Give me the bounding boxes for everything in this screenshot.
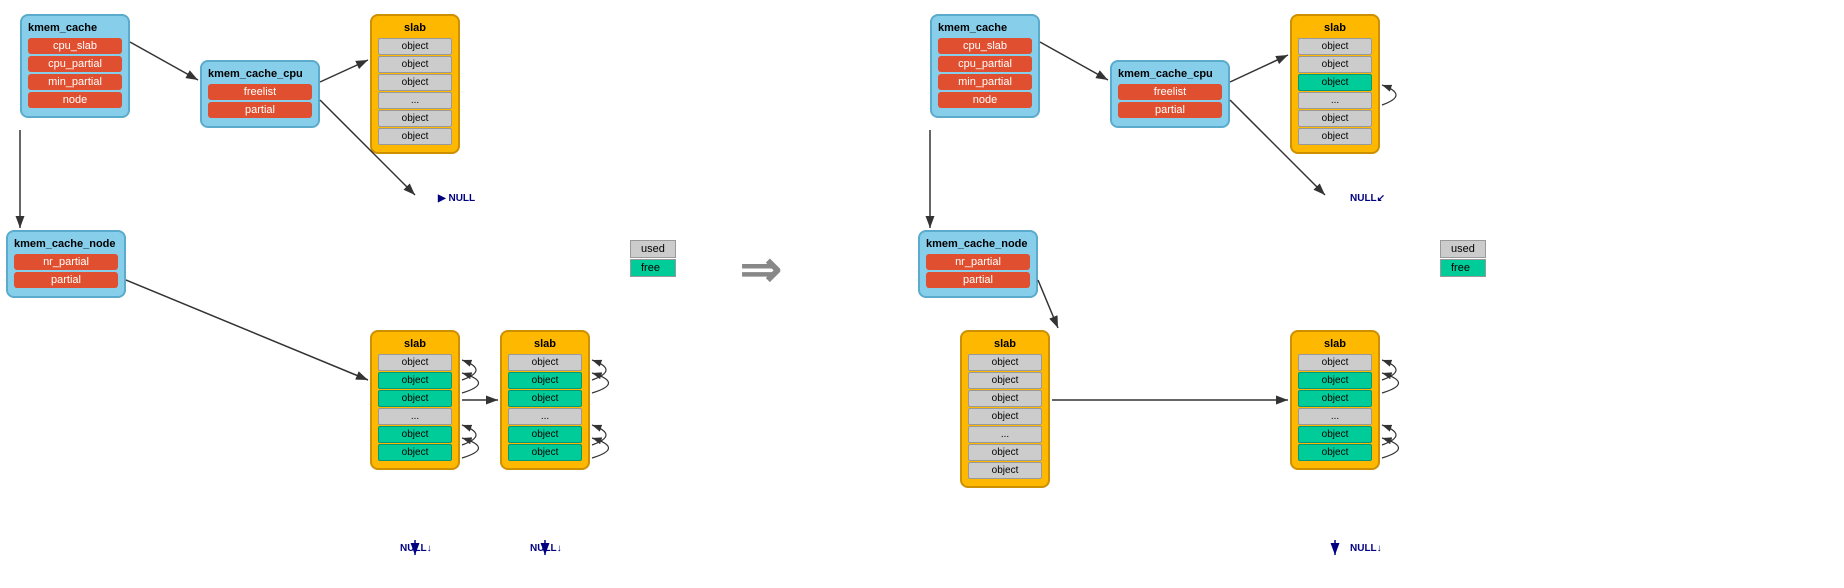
left-kmem-cache-node-field-0: nr_partial bbox=[14, 254, 118, 270]
right-slab-top-obj-4: object bbox=[1298, 110, 1372, 127]
left-slab-top-obj-1: object bbox=[378, 56, 452, 73]
right-slab-top: slab object object object ... object obj… bbox=[1290, 14, 1380, 154]
right-kmem-cache-field-3: node bbox=[938, 92, 1032, 108]
right-slab-left-obj-6: object bbox=[968, 462, 1042, 479]
left-slab-br-obj-5: object bbox=[508, 444, 582, 461]
left-slab-bl-obj-2: object bbox=[378, 390, 452, 407]
right-kmem-cache-cpu-partial: partial bbox=[1118, 102, 1222, 118]
null-label-right-bottom: NULL↓ bbox=[1350, 543, 1382, 554]
legend-used: used bbox=[630, 240, 676, 258]
left-legend: used free bbox=[630, 240, 676, 277]
right-slab-left-obj-1: object bbox=[968, 372, 1042, 389]
right-slab-left-obj-3: object bbox=[968, 408, 1042, 425]
right-kmem-cache: kmem_cache cpu_slab cpu_partial min_part… bbox=[930, 14, 1040, 118]
right-kmem-cache-cpu-freelist: freelist bbox=[1118, 84, 1222, 100]
right-slab-top-obj-0: object bbox=[1298, 38, 1372, 55]
null-label-bottom-left: NULL↓ bbox=[400, 543, 432, 554]
left-slab-top-obj-4: object bbox=[378, 110, 452, 127]
right-slab-br-obj-3: ... bbox=[1298, 408, 1372, 425]
right-slab-left: slab object object object object ... obj… bbox=[960, 330, 1050, 488]
right-kmem-cache-cpu-title: kmem_cache_cpu bbox=[1118, 68, 1222, 80]
left-slab-br-obj-0: object bbox=[508, 354, 582, 371]
left-slab-bl-obj-3: ... bbox=[378, 408, 452, 425]
left-slab-top-obj-0: object bbox=[378, 38, 452, 55]
right-legend-free: free bbox=[1440, 259, 1486, 277]
left-kmem-cache-cpu-title: kmem_cache_cpu bbox=[208, 68, 312, 80]
right-kmem-cache-field-2: min_partial bbox=[938, 74, 1032, 90]
transition-arrow: ⇒ bbox=[740, 240, 782, 298]
right-kmem-cache-field-0: cpu_slab bbox=[938, 38, 1032, 54]
right-kmem-cache-field-1: cpu_partial bbox=[938, 56, 1032, 72]
right-slab-left-obj-5: object bbox=[968, 444, 1042, 461]
right-slab-br-obj-4: object bbox=[1298, 426, 1372, 443]
left-kmem-cache-field-3: node bbox=[28, 92, 122, 108]
left-slab-top-obj-5: object bbox=[378, 128, 452, 145]
right-slab-br-obj-2: object bbox=[1298, 390, 1372, 407]
right-legend-used: used bbox=[1440, 240, 1486, 258]
left-kmem-cache-title: kmem_cache bbox=[28, 22, 122, 34]
diagram-container: kmem_cache cpu_slab cpu_partial min_part… bbox=[0, 0, 1844, 588]
left-kmem-cache-cpu-freelist: freelist bbox=[208, 84, 312, 100]
left-slab-br-obj-1: object bbox=[508, 372, 582, 389]
left-kmem-cache-field-0: cpu_slab bbox=[28, 38, 122, 54]
left-kmem-cache-cpu: kmem_cache_cpu freelist partial bbox=[200, 60, 320, 128]
right-kmem-cache-node-field-0: nr_partial bbox=[926, 254, 1030, 270]
legend-free: free bbox=[630, 259, 676, 277]
left-kmem-cache-field-2: min_partial bbox=[28, 74, 122, 90]
right-slab-top-obj-5: object bbox=[1298, 128, 1372, 145]
left-slab-br-obj-3: ... bbox=[508, 408, 582, 425]
right-slab-left-obj-0: object bbox=[968, 354, 1042, 371]
right-slab-left-title: slab bbox=[968, 338, 1042, 350]
left-slab-bottom-right-title: slab bbox=[508, 338, 582, 350]
right-kmem-cache-title: kmem_cache bbox=[938, 22, 1032, 34]
left-slab-bl-obj-1: object bbox=[378, 372, 452, 389]
left-slab-bl-obj-0: object bbox=[378, 354, 452, 371]
left-slab-bl-obj-4: object bbox=[378, 426, 452, 443]
null-label-right-top: NULL↙ bbox=[1350, 193, 1385, 204]
left-kmem-cache-field-1: cpu_partial bbox=[28, 56, 122, 72]
right-slab-left-obj-4: ... bbox=[968, 426, 1042, 443]
left-slab-br-obj-2: object bbox=[508, 390, 582, 407]
left-slab-bottom-left: slab object object object ... object obj… bbox=[370, 330, 460, 470]
null-label-bottom-right: NULL↓ bbox=[530, 543, 562, 554]
right-slab-br-obj-1: object bbox=[1298, 372, 1372, 389]
right-slab-bottom-right-title: slab bbox=[1298, 338, 1372, 350]
right-slab-br-obj-5: object bbox=[1298, 444, 1372, 461]
left-slab-top: slab object object object ... object obj… bbox=[370, 14, 460, 154]
right-kmem-cache-node: kmem_cache_node nr_partial partial bbox=[918, 230, 1038, 298]
left-slab-br-obj-4: object bbox=[508, 426, 582, 443]
left-slab-top-title: slab bbox=[378, 22, 452, 34]
right-kmem-cache-node-field-1: partial bbox=[926, 272, 1030, 288]
left-slab-bottom-left-title: slab bbox=[378, 338, 452, 350]
right-slab-top-obj-3: ... bbox=[1298, 92, 1372, 109]
right-slab-bottom-right: slab object object object ... object obj… bbox=[1290, 330, 1380, 470]
left-kmem-cache-cpu-partial: partial bbox=[208, 102, 312, 118]
left-slab-bottom-right: slab object object object ... object obj… bbox=[500, 330, 590, 470]
right-kmem-cache-node-title: kmem_cache_node bbox=[926, 238, 1030, 250]
left-slab-bl-obj-5: object bbox=[378, 444, 452, 461]
right-kmem-cache-cpu: kmem_cache_cpu freelist partial bbox=[1110, 60, 1230, 128]
right-legend: used free bbox=[1440, 240, 1486, 277]
right-slab-br-obj-0: object bbox=[1298, 354, 1372, 371]
left-kmem-cache-node-title: kmem_cache_node bbox=[14, 238, 118, 250]
left-slab-top-obj-3: ... bbox=[378, 92, 452, 109]
left-kmem-cache: kmem_cache cpu_slab cpu_partial min_part… bbox=[20, 14, 130, 118]
right-slab-left-obj-2: object bbox=[968, 390, 1042, 407]
right-slab-top-obj-1: object bbox=[1298, 56, 1372, 73]
left-kmem-cache-node: kmem_cache_node nr_partial partial bbox=[6, 230, 126, 298]
right-slab-top-obj-2: object bbox=[1298, 74, 1372, 91]
left-slab-top-obj-2: object bbox=[378, 74, 452, 91]
right-slab-top-title: slab bbox=[1298, 22, 1372, 34]
null-label-top-left: ▶ NULL bbox=[438, 193, 475, 204]
left-kmem-cache-node-field-1: partial bbox=[14, 272, 118, 288]
